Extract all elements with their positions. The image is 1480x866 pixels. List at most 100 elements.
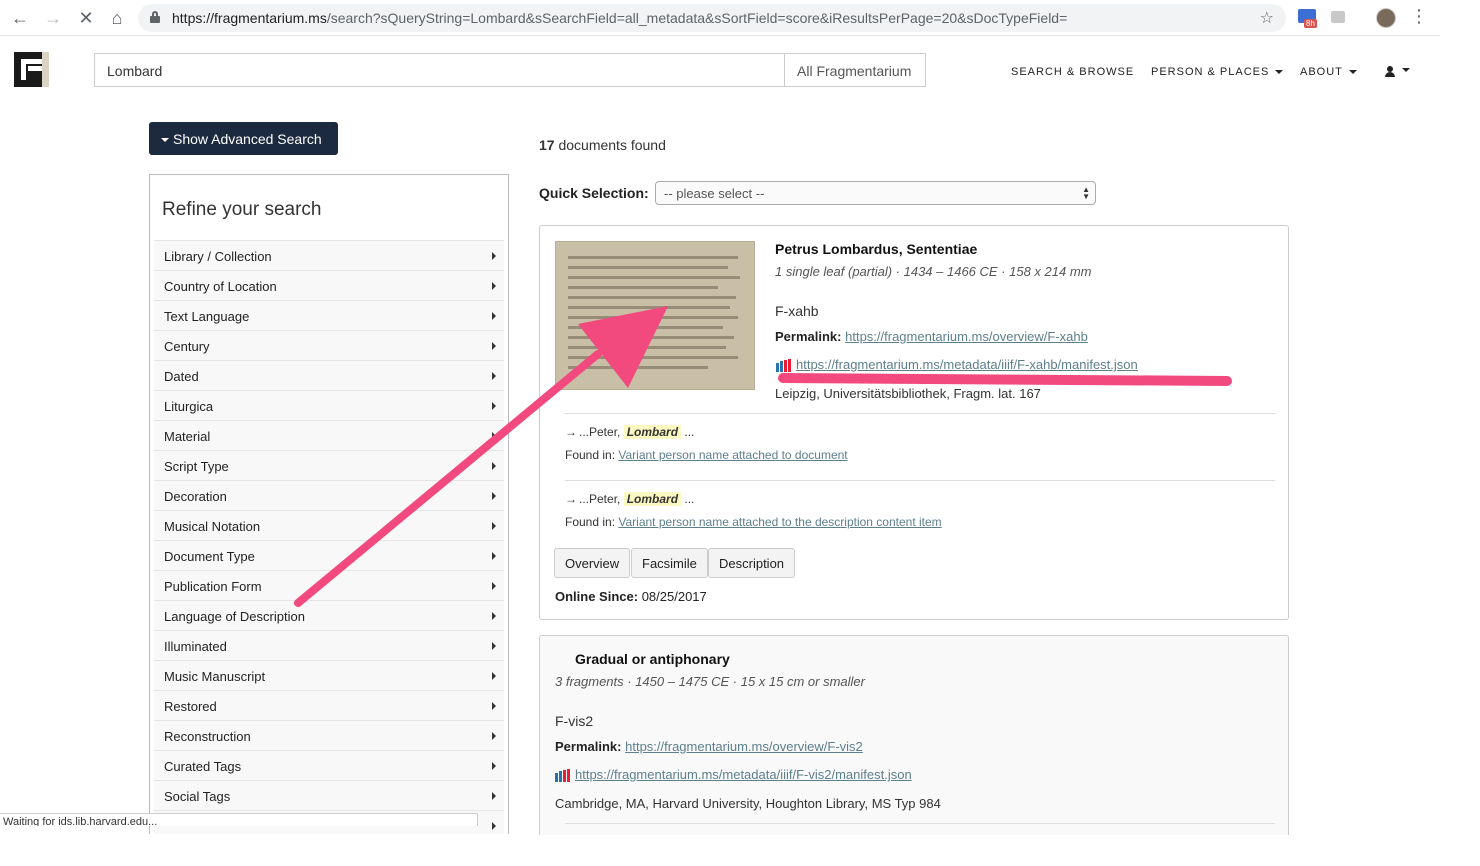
extension-icon[interactable] [1331, 11, 1345, 23]
forward-icon[interactable]: → [43, 8, 63, 28]
caret-right-icon [492, 792, 496, 800]
found-in-link[interactable]: Variant person name attached to document [618, 448, 847, 462]
select-arrows-icon: ▲ ▼ [1082, 185, 1090, 201]
caret-right-icon [492, 732, 496, 740]
facet-liturgica[interactable]: Liturgica [154, 390, 504, 420]
caret-right-icon [492, 642, 496, 650]
facet-restored[interactable]: Restored [154, 690, 504, 720]
facet-publication-form[interactable]: Publication Form [154, 570, 504, 600]
hit-found-in: Found in: Variant person name attached t… [565, 515, 942, 529]
caret-right-icon [492, 492, 496, 500]
nav-person-places[interactable]: PERSON & PLACES [1151, 66, 1284, 78]
hit-found-in: Found in: Variant person name attached t… [565, 448, 848, 462]
facet-material[interactable]: Material [154, 420, 504, 450]
arrow-right-icon: → [565, 492, 577, 506]
caret-right-icon [492, 552, 496, 560]
quick-selection-select[interactable]: -- please select -- ▲ ▼ [655, 181, 1096, 205]
caret-right-icon [492, 702, 496, 710]
chevron-down-icon [1275, 70, 1284, 75]
caret-right-icon [492, 342, 496, 350]
extension-badge: 8h [1304, 19, 1317, 28]
result-permalink: Permalink: https://fragmentarium.ms/over… [555, 739, 863, 754]
caret-right-icon [492, 402, 496, 410]
result-permalink: Permalink: https://fragmentarium.ms/over… [775, 329, 1088, 344]
facet-list: Library / Collection Country of Location… [154, 240, 504, 834]
facet-reconstruction[interactable]: Reconstruction [154, 720, 504, 750]
bookmark-star-icon[interactable]: ☆ [1260, 8, 1274, 28]
manifest-link[interactable]: https://fragmentarium.ms/metadata/iiif/F… [796, 357, 1138, 372]
nav-about[interactable]: ABOUT [1300, 66, 1357, 78]
facet-language-of-description[interactable]: Language of Description [154, 600, 504, 630]
found-in-link[interactable]: Variant person name attached to the desc… [618, 515, 941, 529]
caret-right-icon [492, 312, 496, 320]
result-location: Cambridge, MA, Harvard University, Hough… [555, 796, 941, 811]
iiif-icon [776, 359, 793, 372]
quick-selection-label: Quick Selection: [539, 185, 649, 201]
caret-right-icon [492, 462, 496, 470]
show-advanced-search-button[interactable]: Show Advanced Search [149, 122, 338, 155]
manifest-link[interactable]: https://fragmentarium.ms/metadata/iiif/F… [575, 767, 912, 782]
facet-library-collection[interactable]: Library / Collection [154, 240, 504, 270]
result-location: Leipzig, Universitätsbibliothek, Fragm. … [775, 386, 1041, 401]
caret-right-icon [492, 282, 496, 290]
facet-social-tags[interactable]: Social Tags [154, 780, 504, 810]
facet-illuminated[interactable]: Illuminated [154, 630, 504, 660]
caret-right-icon [492, 612, 496, 620]
overview-button[interactable]: Overview [554, 548, 631, 578]
caret-right-icon [492, 252, 496, 260]
facet-music-manuscript[interactable]: Music Manuscript [154, 660, 504, 690]
browser-toolbar: ← → ✕ ⌂ https://fragmentarium.ms/search?… [0, 0, 1440, 36]
stop-loading-icon[interactable]: ✕ [76, 8, 96, 28]
search-input[interactable]: Lombard [94, 53, 784, 87]
manuscript-thumbnail[interactable] [555, 241, 755, 390]
result-card: Petrus Lombardus, Sententiae 1 single le… [539, 225, 1289, 620]
refine-panel: Refine your search Library / Collection … [149, 174, 509, 834]
chevron-down-icon [1402, 68, 1410, 73]
nav-search-browse[interactable]: SEARCH & BROWSE [1011, 66, 1134, 78]
facet-text-language[interactable]: Text Language [154, 300, 504, 330]
facet-century[interactable]: Century [154, 330, 504, 360]
profile-avatar[interactable] [1376, 8, 1396, 28]
iiif-icon [555, 769, 572, 782]
lock-icon [150, 11, 160, 23]
browser-status-bar: Waiting for ids.lib.harvard.edu... [0, 813, 478, 826]
caret-right-icon [492, 582, 496, 590]
home-icon[interactable]: ⌂ [107, 8, 127, 28]
facet-country-of-location[interactable]: Country of Location [154, 270, 504, 300]
arrow-right-icon: → [565, 425, 577, 439]
chevron-down-icon [1348, 70, 1357, 75]
facet-musical-notation[interactable]: Musical Notation [154, 510, 504, 540]
result-title[interactable]: Gradual or antiphonary [575, 651, 730, 667]
result-meta: 3 fragments · 1450 – 1475 CE · 15 x 15 c… [555, 674, 865, 689]
caret-right-icon [492, 762, 496, 770]
divider [565, 413, 1275, 414]
permalink-link[interactable]: https://fragmentarium.ms/overview/F-xahb [845, 329, 1088, 344]
facet-script-type[interactable]: Script Type [154, 450, 504, 480]
result-title[interactable]: Petrus Lombardus, Sententiae [775, 241, 977, 257]
divider [565, 480, 1275, 481]
refine-title: Refine your search [162, 199, 322, 220]
facet-dated[interactable]: Dated [154, 360, 504, 390]
url-text: https://fragmentarium.ms/search?sQuerySt… [172, 10, 1068, 26]
user-icon[interactable] [1384, 66, 1396, 78]
user-menu-caret[interactable] [1396, 64, 1410, 76]
search-scope-select[interactable]: All Fragmentarium [784, 53, 926, 87]
caret-right-icon [492, 432, 496, 440]
permalink-link[interactable]: https://fragmentarium.ms/overview/F-vis2 [625, 739, 863, 754]
caret-down-icon [161, 137, 169, 142]
browser-menu-icon[interactable]: ⋮ [1410, 6, 1428, 27]
back-icon[interactable]: ← [10, 8, 30, 28]
hit-snippet: → ...Peter, Lombard ... [565, 425, 695, 439]
facsimile-button[interactable]: Facsimile [631, 548, 708, 578]
caret-right-icon [492, 822, 496, 830]
fragmentarium-logo[interactable] [14, 52, 49, 87]
address-bar[interactable]: https://fragmentarium.ms/search?sQuerySt… [138, 4, 1286, 32]
facet-document-type[interactable]: Document Type [154, 540, 504, 570]
facet-curated-tags[interactable]: Curated Tags [154, 750, 504, 780]
result-card: Gradual or antiphonary 3 fragments · 145… [539, 635, 1289, 835]
facet-decoration[interactable]: Decoration [154, 480, 504, 510]
description-button[interactable]: Description [708, 548, 796, 578]
result-shelfmark: F-xahb [775, 303, 819, 319]
caret-right-icon [492, 522, 496, 530]
results-count: 17 documents found [539, 137, 666, 153]
